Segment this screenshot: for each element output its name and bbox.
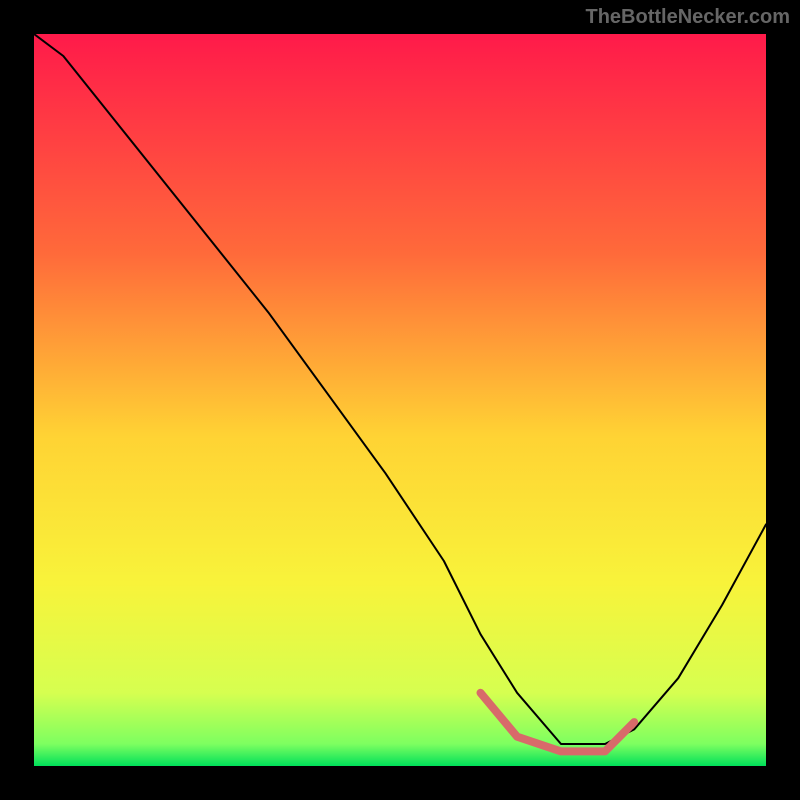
chart-svg — [34, 34, 766, 766]
chart-background — [34, 34, 766, 766]
watermark-text: TheBottleNecker.com — [585, 6, 790, 29]
chart-plot-area — [34, 34, 766, 766]
